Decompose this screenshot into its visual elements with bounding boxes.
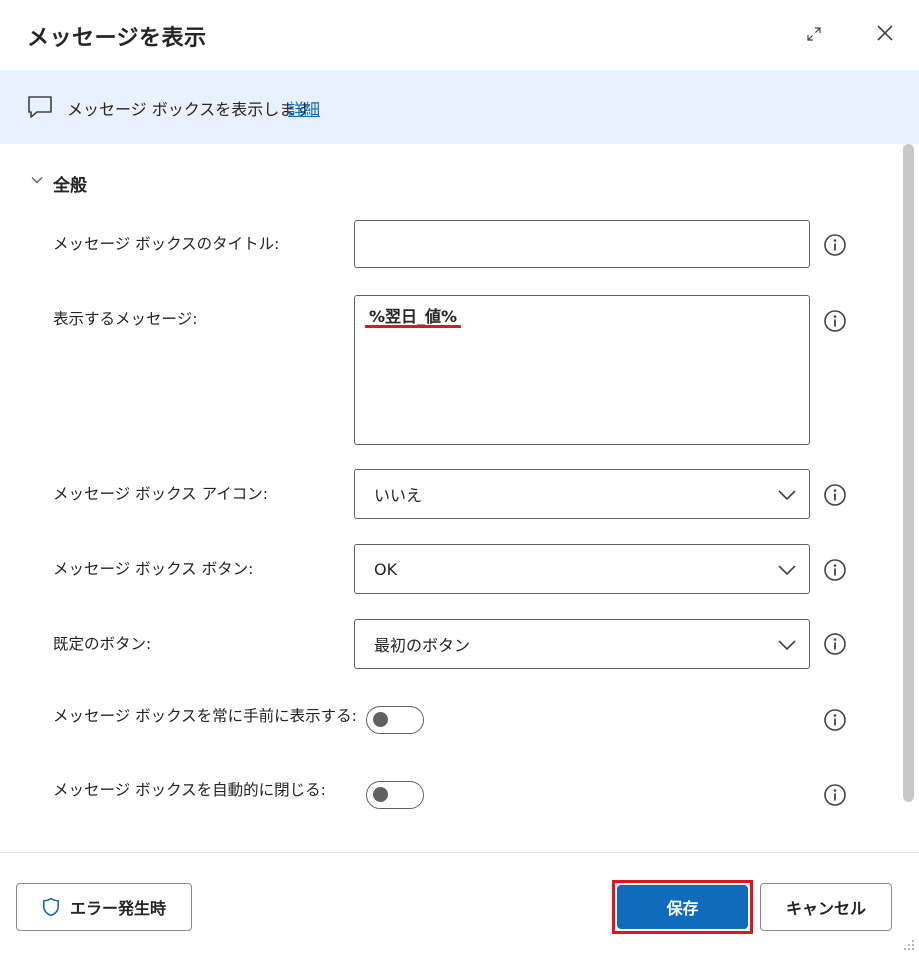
on-error-label: エラー発生時 — [69, 899, 166, 918]
expand-button[interactable] — [800, 20, 828, 48]
topmost-toggle[interactable] — [366, 706, 424, 734]
details-link[interactable]: 詳細 — [288, 96, 320, 120]
chevron-down-icon — [778, 565, 796, 576]
msgbox-title-label: メッセージ ボックスのタイトル: — [53, 235, 280, 253]
footer-divider — [0, 852, 919, 853]
msgbox-icon-value: いいえ — [374, 486, 423, 505]
chevron-down-icon — [778, 640, 796, 651]
autoclose-label: メッセージ ボックスを自動的に閉じる: — [53, 781, 326, 799]
msgbox-buttons-label: メッセージ ボックス ボタン: — [53, 560, 254, 578]
msgbox-icon-select[interactable]: いいえ — [354, 469, 810, 519]
scrollbar-thumb[interactable] — [903, 144, 914, 802]
save-button[interactable]: 保存 — [617, 885, 748, 929]
highlight-underline — [365, 325, 461, 328]
info-icon[interactable] — [823, 783, 847, 807]
toggle-knob — [373, 787, 388, 802]
info-icon[interactable] — [823, 483, 847, 507]
close-button[interactable] — [871, 19, 899, 47]
info-icon[interactable] — [823, 233, 847, 257]
close-icon — [877, 25, 893, 41]
chevron-down-icon[interactable] — [30, 173, 44, 187]
msgbox-buttons-select[interactable]: OK — [354, 544, 810, 594]
resize-grip-icon[interactable] — [902, 938, 916, 952]
msgbox-icon-label: メッセージ ボックス アイコン: — [53, 485, 269, 503]
msgbox-buttons-value: OK — [374, 559, 398, 579]
chevron-down-icon — [778, 490, 796, 501]
info-icon[interactable] — [823, 708, 847, 732]
message-icon — [28, 96, 52, 118]
section-general-title: 全般 — [53, 176, 87, 196]
toggle-knob — [373, 712, 388, 727]
msgbox-title-input[interactable] — [354, 220, 810, 268]
autoclose-toggle[interactable] — [366, 781, 424, 809]
default-button-value: 最初のボタン — [374, 636, 471, 655]
default-button-label: 既定のボタン: — [53, 635, 152, 653]
topmost-label: メッセージ ボックスを常に手前に表示する: — [53, 707, 357, 725]
on-error-button[interactable]: エラー発生時 — [16, 883, 192, 931]
info-icon[interactable] — [823, 632, 847, 656]
banner-description: メッセージ ボックスを表示します — [67, 100, 312, 119]
message-value: %翌日_値% — [369, 307, 458, 326]
cancel-button[interactable]: キャンセル — [760, 883, 892, 931]
message-label: 表示するメッセージ: — [53, 310, 198, 328]
dialog-title: メッセージを表示 — [27, 26, 207, 51]
info-icon[interactable] — [823, 558, 847, 582]
shield-icon — [42, 897, 59, 917]
info-icon[interactable] — [823, 309, 847, 333]
expand-icon — [807, 27, 821, 41]
default-button-select[interactable]: 最初のボタン — [354, 619, 810, 669]
